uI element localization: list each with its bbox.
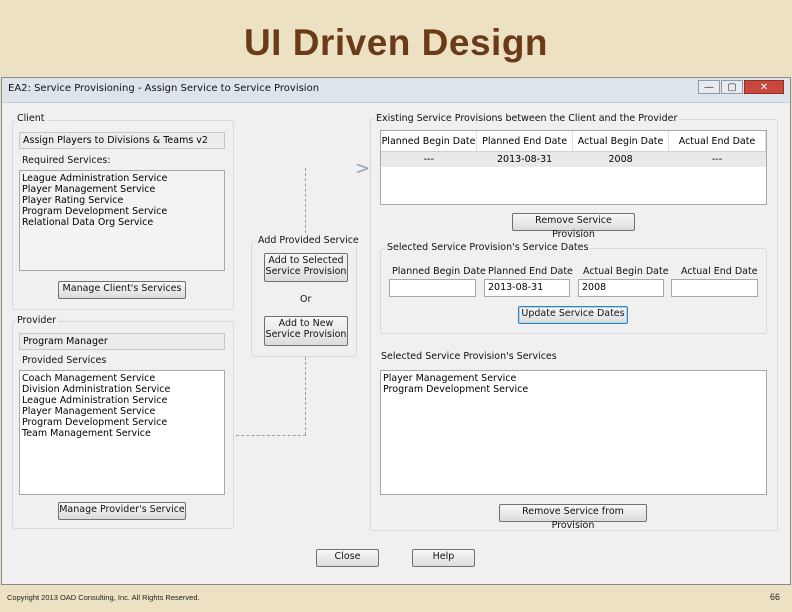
actual-begin-date-field[interactable]: 2008 [578, 279, 664, 297]
add-to-new-provision-button[interactable]: Add to New Service Provision [264, 316, 348, 346]
provider-name-field: Program Manager [19, 333, 225, 350]
list-item[interactable]: Division Administration Service [22, 384, 222, 395]
close-icon[interactable]: ✕ [744, 80, 784, 94]
list-item[interactable]: Program Development Service [383, 384, 764, 395]
list-item[interactable]: League Administration Service [22, 395, 222, 406]
required-services-list[interactable]: League Administration Service Player Man… [19, 170, 225, 271]
column-header[interactable]: Planned End Date [476, 131, 574, 152]
client-name-field: Assign Players to Divisions & Teams v2 [19, 132, 225, 149]
page-number: 66 [770, 592, 781, 602]
help-button[interactable]: Help [412, 549, 475, 567]
column-header[interactable]: Actual End Date [668, 131, 766, 152]
list-item[interactable]: Player Rating Service [22, 195, 222, 206]
remove-service-from-provision-button[interactable]: Remove Service from Provision [499, 504, 647, 531]
client-group-label: Client [15, 113, 47, 124]
remove-service-provision-button[interactable]: Remove Service Provision [512, 213, 635, 240]
selected-services-list[interactable]: Player Management Service Program Develo… [380, 370, 767, 495]
arrow-icon: > [355, 158, 371, 179]
maximize-icon[interactable]: ▢ [721, 80, 743, 94]
actual-end-date-field[interactable] [671, 279, 758, 297]
list-item[interactable]: Coach Management Service [22, 373, 222, 384]
list-item[interactable]: Player Management Service [383, 373, 764, 384]
window-title: EA2: Service Provisioning - Assign Servi… [8, 83, 320, 94]
list-item[interactable]: League Administration Service [22, 173, 222, 184]
provisions-grid-box[interactable]: Planned Begin Date Planned End Date Actu… [380, 130, 767, 205]
or-label: Or [300, 294, 312, 305]
provisions-table: Planned Begin Date Planned End Date Actu… [381, 131, 766, 167]
connector-line [236, 435, 306, 436]
list-item[interactable]: Player Management Service [22, 184, 222, 195]
update-service-dates-button[interactable]: Update Service Dates [518, 306, 628, 324]
list-item[interactable]: Relational Data Org Service [22, 217, 222, 228]
connector-line [305, 357, 306, 435]
copyright-footer: Copyright 2013 OAD Consulting, Inc. All … [7, 593, 200, 602]
planned-begin-date-field[interactable] [389, 279, 476, 297]
service-dates-label: Selected Service Provision's Service Dat… [385, 242, 591, 253]
table-row[interactable]: --- 2013-08-31 2008 --- [381, 151, 766, 167]
window-titlebar: EA2: Service Provisioning - Assign Servi… [2, 78, 790, 103]
button-label-line: Service Provision [265, 266, 347, 277]
close-button[interactable]: Close [316, 549, 379, 567]
button-label-line: Add to New [278, 318, 334, 329]
table-cell[interactable]: 2008 [572, 151, 669, 167]
slide-title: UI Driven Design [243, 22, 549, 63]
actual-end-date-label: Actual End Date [681, 266, 758, 277]
table-header-row: Planned Begin Date Planned End Date Actu… [381, 131, 766, 152]
list-item[interactable]: Player Management Service [22, 406, 222, 417]
manage-client-services-button[interactable]: Manage Client's Services [58, 281, 186, 299]
add-to-selected-provision-button[interactable]: Add to Selected Service Provision [264, 253, 348, 282]
add-provided-service-label: Add Provided Service [256, 235, 361, 246]
provider-group-label: Provider [15, 315, 59, 326]
actual-begin-date-label: Actual Begin Date [583, 266, 669, 277]
provided-services-label: Provided Services [22, 355, 107, 366]
button-label-line: Add to Selected [268, 255, 344, 266]
selected-services-label: Selected Service Provision's Services [381, 351, 557, 362]
table-cell[interactable]: --- [381, 151, 477, 167]
column-header[interactable]: Planned Begin Date [381, 131, 478, 152]
connector-line [305, 168, 306, 238]
required-services-label: Required Services: [22, 155, 111, 166]
table-cell[interactable]: --- [668, 151, 766, 167]
planned-begin-date-label: Planned Begin Date [392, 266, 486, 277]
list-item[interactable]: Program Development Service [22, 417, 222, 428]
existing-provisions-label: Existing Service Provisions between the … [374, 113, 680, 124]
list-item[interactable]: Program Development Service [22, 206, 222, 217]
column-header[interactable]: Actual Begin Date [572, 131, 670, 152]
planned-end-date-label: Planned End Date [488, 266, 573, 277]
manage-provider-service-button[interactable]: Manage Provider's Service [58, 502, 186, 520]
list-item[interactable]: Team Management Service [22, 428, 222, 439]
minimize-icon[interactable]: — [698, 80, 720, 94]
provided-services-list[interactable]: Coach Management Service Division Admini… [19, 370, 225, 495]
table-cell[interactable]: 2013-08-31 [476, 151, 573, 167]
button-label-line: Service Provision [265, 329, 347, 340]
planned-end-date-field[interactable]: 2013-08-31 [484, 279, 570, 297]
